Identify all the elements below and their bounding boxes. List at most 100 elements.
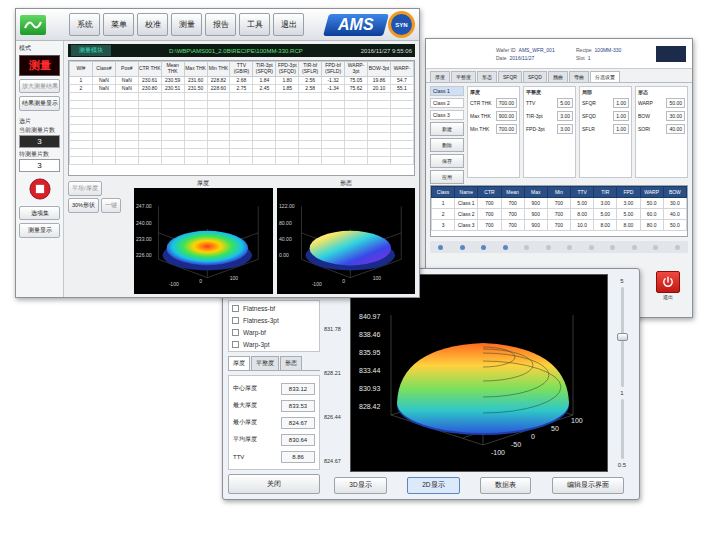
tab[interactable]: 形态 xyxy=(477,71,497,82)
tab[interactable]: 弯曲 xyxy=(569,71,589,82)
surface-chart[interactable]: 122.0080.0040.000.00-1000100 xyxy=(277,188,416,294)
svg-text:226.00: 226.00 xyxy=(136,252,152,258)
counter-value[interactable]: 3 xyxy=(19,135,60,148)
param-field: CTR THK700.00 xyxy=(470,98,517,108)
tab[interactable]: SFQR xyxy=(498,71,522,82)
view-button[interactable]: 编辑显示界面 xyxy=(552,477,624,494)
column-header: WARP- xyxy=(390,62,413,77)
view-button[interactable]: 数据表 xyxy=(480,477,531,494)
tab[interactable]: 分选设置 xyxy=(590,71,620,82)
checkbox[interactable] xyxy=(232,305,239,312)
exit-button[interactable] xyxy=(656,271,680,293)
action-button[interactable]: 一键 xyxy=(101,198,121,213)
tab[interactable]: 平整度 xyxy=(251,356,279,370)
param-field: TTV5.00 xyxy=(526,98,573,108)
toolbar-button[interactable]: 系统 xyxy=(69,13,100,36)
view-button[interactable]: 2D显示 xyxy=(407,477,459,494)
param-input[interactable]: 700.00 xyxy=(496,124,517,134)
info-header: Wafer IDAMS_WFR_001Recipe100MM-330Date20… xyxy=(426,39,692,69)
class-item[interactable]: Class 2 xyxy=(430,98,464,108)
sidebar-button[interactable]: 测量显示 xyxy=(19,223,60,238)
checkbox[interactable] xyxy=(232,341,239,348)
table-row[interactable]: 2NaNNaN230.80230.51231.50228.602.752.451… xyxy=(70,84,414,92)
param-input[interactable]: 1.00 xyxy=(613,98,629,108)
side-button[interactable]: 删除 xyxy=(430,138,464,152)
empty-row xyxy=(70,156,414,164)
counter: 待测量片数3 xyxy=(19,151,60,172)
param-group: 形态WARP50.00BOW30.00SORI40.00 xyxy=(635,86,688,178)
param-field: SFQR1.00 xyxy=(582,98,629,108)
results-table: Wf#Class#Pos#CTR THKMean THKMax THKMin T… xyxy=(68,60,415,176)
info-field: Date2016/11/27 xyxy=(496,55,570,61)
svg-text:838.46: 838.46 xyxy=(359,331,381,338)
surface-chart[interactable]: 840.97838.46835.95833.44830.93828.42-100… xyxy=(350,274,608,472)
position-slider[interactable] xyxy=(430,241,688,253)
sidebar-button[interactable]: 选项集 xyxy=(19,206,60,221)
svg-text:100: 100 xyxy=(230,275,239,281)
stop-button[interactable] xyxy=(19,175,60,203)
surface-chart[interactable]: 247.00240.00233.00226.00-1000100 xyxy=(134,188,273,294)
column-header: Mean xyxy=(501,187,524,198)
table-row[interactable]: 1Class 17007009007005.003.003.0050.030.0 xyxy=(432,198,687,209)
toolbar-button[interactable]: 菜单 xyxy=(103,13,134,36)
param-input[interactable]: 1.00 xyxy=(613,124,629,134)
table-row[interactable]: 3Class 370070090070010.08.008.0080.050.0 xyxy=(432,220,687,231)
svg-text:0: 0 xyxy=(342,278,345,284)
view-button[interactable]: 3D显示 xyxy=(334,477,386,494)
toolbar-button[interactable]: 工具 xyxy=(239,13,270,36)
action-button[interactable]: 30%形状 xyxy=(68,198,99,213)
column-header: TIR-3pt (SFQR) xyxy=(253,62,276,77)
counter-value[interactable]: 3 xyxy=(19,159,60,172)
class-item[interactable]: Class 3 xyxy=(430,110,464,120)
tab[interactable]: 厚度 xyxy=(228,356,250,370)
close-button[interactable]: 关闭 xyxy=(228,474,320,494)
tab-bar: 厚度平整度形态 xyxy=(228,356,320,371)
table-row[interactable]: 2Class 27007009007008.005.005.0060.040.0 xyxy=(432,209,687,220)
sidebar-button[interactable]: 放大测量结果 xyxy=(19,79,60,94)
slider-thumb[interactable] xyxy=(617,333,628,341)
param-field: TIR-3pt3.00 xyxy=(526,111,573,121)
checkbox-row[interactable]: Warp-bf xyxy=(232,327,316,337)
side-button[interactable]: 新建 xyxy=(430,122,464,136)
param-input[interactable]: 3.00 xyxy=(557,124,573,134)
param-input[interactable]: 3.00 xyxy=(557,111,573,121)
param-input[interactable]: 30.00 xyxy=(666,111,685,121)
tab[interactable]: 厚度 xyxy=(430,71,450,82)
checkbox[interactable] xyxy=(232,329,239,336)
column-header: BOW-3pt xyxy=(367,62,390,77)
checkbox-row[interactable]: Flatness-bf xyxy=(232,303,316,313)
info-field: Slot1 xyxy=(576,55,650,61)
app-logo-icon[interactable] xyxy=(20,15,46,35)
class-item[interactable]: Class 1 xyxy=(430,86,464,96)
checkbox[interactable] xyxy=(232,317,239,324)
toolbar-button[interactable]: 校准 xyxy=(137,13,168,36)
empty-row xyxy=(70,124,414,132)
side-button[interactable]: 保存 xyxy=(430,154,464,168)
toolbar-button[interactable]: 退出 xyxy=(273,13,304,36)
checkbox-row[interactable]: Flatness-3pt xyxy=(232,315,316,325)
side-button[interactable]: 应用 xyxy=(430,170,464,184)
svg-text:40.00: 40.00 xyxy=(279,236,292,242)
param-input[interactable]: 1.00 xyxy=(613,111,629,121)
checkbox-row[interactable]: Warp-3pt xyxy=(232,339,316,349)
tab[interactable]: 平整度 xyxy=(451,71,476,82)
param-input[interactable]: 5.00 xyxy=(557,98,573,108)
tab[interactable]: SFQD xyxy=(523,71,547,82)
table-row[interactable]: 1NaNNaN230.61230.59231.60228.822.681.841… xyxy=(70,76,414,84)
param-input[interactable]: 40.00 xyxy=(666,124,685,134)
column-header: CTR xyxy=(478,187,501,198)
zoom-slider[interactable]: 510.5 xyxy=(610,274,634,472)
svg-text:-100: -100 xyxy=(311,281,321,287)
param-input[interactable]: 50.00 xyxy=(666,98,685,108)
param-input[interactable]: 900.00 xyxy=(496,111,517,121)
mode-display: 测量 xyxy=(19,55,60,76)
toolbar-button[interactable]: 报告 xyxy=(205,13,236,36)
empty-row xyxy=(70,100,414,108)
tab[interactable]: 翘曲 xyxy=(548,71,568,82)
svg-text:100: 100 xyxy=(372,275,381,281)
toolbar-button[interactable]: 测量 xyxy=(171,13,202,36)
tab[interactable]: 形态 xyxy=(280,356,302,370)
param-input[interactable]: 700.00 xyxy=(496,98,517,108)
action-button[interactable]: 平坦/厚度 xyxy=(68,181,102,196)
sidebar-button[interactable]: 结果测量显示 xyxy=(19,96,60,111)
